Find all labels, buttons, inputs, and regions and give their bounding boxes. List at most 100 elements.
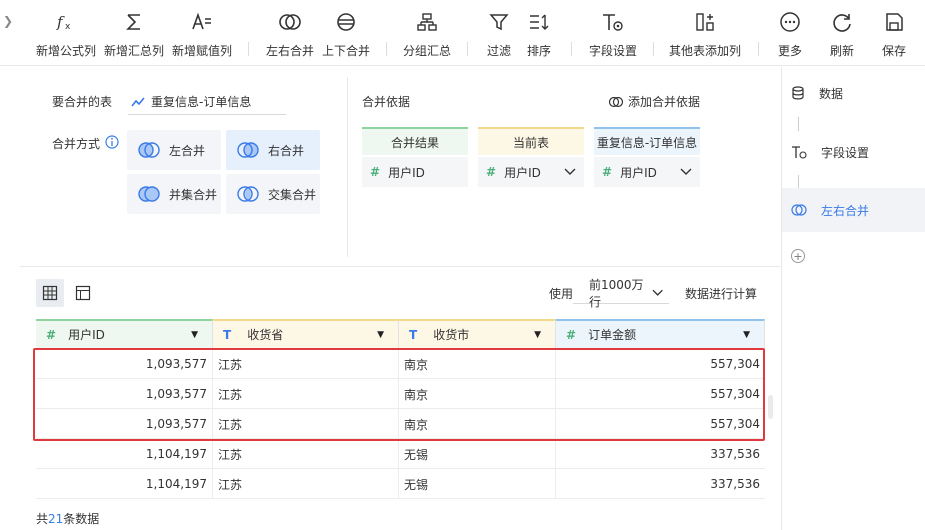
layout-view-button[interactable] (69, 279, 97, 307)
caret-down-icon[interactable]: ▼ (534, 330, 541, 340)
layout-view-icon (75, 285, 91, 301)
step-field-settings[interactable]: 字段设置 (782, 130, 925, 174)
caret-down-icon[interactable]: ▼ (743, 330, 750, 340)
text-type-icon: T (409, 327, 418, 342)
sort-icon (530, 14, 549, 30)
more-icon (780, 12, 800, 32)
toolbar-divider (653, 42, 654, 56)
add-link-icon (608, 96, 624, 107)
add-merge-basis-button[interactable]: 添加合并依据 (608, 93, 700, 110)
column-header-province[interactable]: T 收货省 ▼ (213, 319, 399, 348)
source-table-name: 重复信息-订单信息 (151, 95, 252, 109)
number-type-icon: # (602, 165, 613, 179)
column-header-user-id[interactable]: # 用户ID ▼ (36, 319, 213, 348)
refresh-button[interactable]: 刷新 (827, 8, 857, 62)
chevron-down-icon (564, 168, 576, 175)
add-step-icon[interactable]: + (791, 249, 805, 263)
table-row: 1,093,577 江苏 南京 557,304 (36, 379, 765, 409)
step-connector (798, 117, 799, 131)
merge-lr-icon (791, 204, 807, 216)
add-column-from-other-table-button[interactable]: 其他表添加列 (668, 8, 742, 62)
toolbar-divider (467, 42, 468, 56)
source-table-label: 要合并的表 (52, 95, 113, 109)
assign-icon (192, 12, 211, 30)
field-settings-icon (603, 14, 623, 31)
table-row: 1,104,197 江苏 无锡 337,536 (36, 439, 765, 469)
other-table-field-select[interactable]: # 用户ID (594, 157, 700, 187)
union-merge-icon (138, 186, 160, 202)
database-icon (792, 86, 804, 100)
table-row: 1,093,577 江苏 南京 557,304 (36, 409, 765, 439)
number-type-icon: # (370, 165, 381, 179)
save-button[interactable]: 保存 (879, 8, 909, 62)
grid-view-icon (42, 285, 58, 301)
mode-union-merge-button[interactable]: 并集合并 (127, 174, 221, 214)
column-header-city[interactable]: T 收货市 ▼ (399, 319, 556, 348)
grid-view-button[interactable] (36, 279, 64, 307)
mode-right-merge-button[interactable]: 右合并 (226, 130, 320, 170)
row-limit-select[interactable]: 前1000万行 (573, 278, 670, 309)
toolbar-divider (248, 42, 249, 56)
chevron-down-icon (680, 168, 692, 175)
chevron-down-icon (652, 289, 663, 296)
merge-config-panel: 要合并的表 重复信息-订单信息 合并方式 左合并 右合并 并集合并 交集合并 合… (20, 67, 780, 267)
number-type-icon: # (566, 327, 577, 342)
caret-down-icon[interactable]: ▼ (377, 330, 384, 340)
field-settings-button[interactable]: 字段设置 (587, 8, 639, 62)
number-type-icon: # (486, 165, 497, 179)
formula-icon: fx (56, 13, 71, 32)
scrollbar-thumb[interactable] (768, 395, 773, 419)
table-row: 1,093,577 江苏 南京 557,304 (36, 349, 765, 379)
toolbar-divider (571, 42, 572, 56)
svg-text:x: x (65, 22, 71, 32)
left-merge-icon (138, 142, 160, 158)
add-assign-column-button[interactable]: 新增赋值列 (171, 8, 233, 62)
toolbar: ❯ fx 新增公式列 新增汇总列 新增赋值列 左右合并 上下合并 分组汇总 过滤… (0, 0, 925, 66)
result-field: # 用户ID (362, 157, 468, 187)
calc-range: 使用 前1000万行 数据进行计算 (549, 277, 758, 309)
mode-intersect-merge-button[interactable]: 交集合并 (226, 174, 320, 214)
table-row: 1,104,197 江苏 无锡 337,536 (36, 469, 765, 499)
number-type-icon: # (46, 327, 57, 342)
group-icon (417, 13, 437, 31)
step-panel: 数据 字段设置 左右合并 + (781, 67, 925, 530)
step-data[interactable]: 数据 (782, 71, 925, 115)
merge-left-right-button[interactable]: 左右合并 (264, 8, 316, 62)
filter-icon (489, 14, 509, 31)
row-count-footer: 共21条数据 (36, 512, 100, 526)
add-formula-column-button[interactable]: fx 新增公式列 (35, 8, 97, 62)
merge-mode-label: 合并方式 (52, 137, 101, 151)
info-icon[interactable] (105, 135, 119, 149)
merge-ud-icon (337, 13, 355, 31)
sort-button[interactable]: 排序 (524, 8, 554, 62)
intersect-merge-icon (237, 186, 259, 202)
merge-lr-icon (279, 14, 301, 30)
config-divider (347, 77, 348, 257)
merge-up-down-button[interactable]: 上下合并 (320, 8, 372, 62)
other-table-column-header: 重复信息-订单信息 (594, 127, 700, 155)
right-merge-icon (237, 142, 259, 158)
text-type-icon: T (223, 327, 232, 342)
column-header-order-amount[interactable]: # 订单金额 ▼ (556, 319, 765, 348)
more-button[interactable]: 更多 (775, 8, 805, 62)
save-icon (886, 13, 903, 31)
group-summary-button[interactable]: 分组汇总 (401, 8, 453, 62)
mode-left-merge-button[interactable]: 左合并 (127, 130, 221, 170)
step-connector (798, 175, 799, 189)
table-link-icon (131, 96, 145, 106)
filter-button[interactable]: 过滤 (484, 8, 514, 62)
result-column-header: 合并结果 (362, 127, 468, 155)
add-summary-column-button[interactable]: 新增汇总列 (103, 8, 165, 62)
sum-icon (126, 14, 140, 30)
source-table-select[interactable]: 重复信息-订单信息 (128, 89, 286, 115)
step-merge-left-right[interactable]: 左右合并 (782, 188, 925, 232)
chevron-right-icon[interactable]: ❯ (3, 14, 13, 28)
current-table-column-header: 当前表 (478, 127, 584, 155)
refresh-icon (833, 14, 851, 32)
svg-text:f: f (56, 13, 65, 31)
current-table-field-select[interactable]: # 用户ID (478, 157, 584, 187)
add-column-icon (696, 13, 714, 31)
toolbar-divider (386, 42, 387, 56)
merge-basis-label: 合并依据 (362, 95, 411, 109)
caret-down-icon[interactable]: ▼ (191, 330, 198, 340)
